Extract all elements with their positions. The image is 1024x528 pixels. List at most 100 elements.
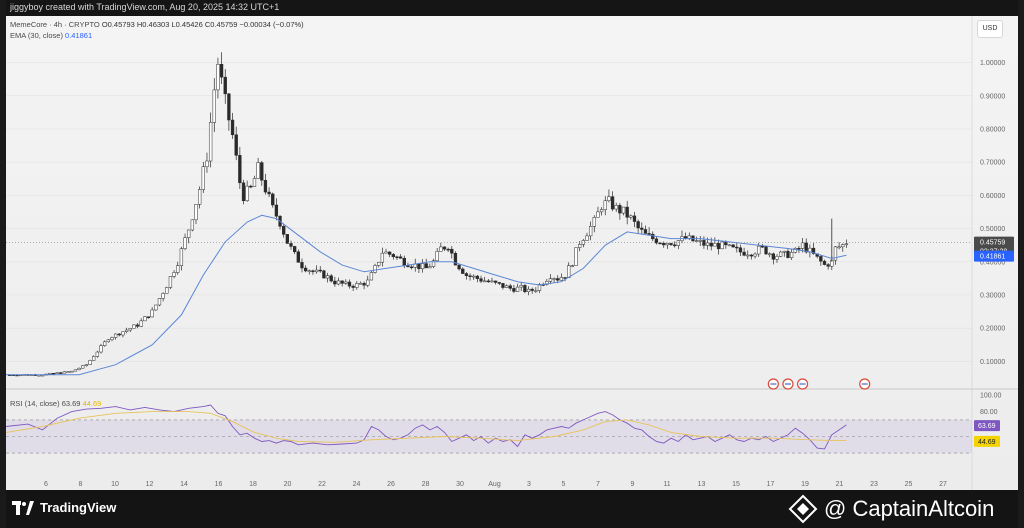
x-tick-label: 12 [146, 481, 154, 488]
rsi-tag-value: 63.69 [978, 423, 996, 430]
candle-body [103, 341, 107, 346]
x-tick-label: 17 [767, 481, 775, 488]
x-tick-label: 16 [215, 481, 223, 488]
candle-body [223, 76, 227, 95]
candle-body [574, 247, 578, 266]
candle-body [132, 324, 136, 329]
candle-body [150, 309, 154, 318]
candle-body [201, 166, 205, 190]
ohlc-values: O0.45793 H0.46303 L0.45426 C0.45759 −0.0… [101, 20, 304, 29]
chart-svg[interactable]: 1.00000 0.90000 0.80000 0.70000 0.60000 0.500… [6, 16, 1018, 490]
candle-body [355, 283, 359, 288]
candle-body [483, 280, 487, 283]
tradingview-logo[interactable]: TradingView [12, 500, 116, 515]
candle-body [344, 281, 348, 284]
candle-body [625, 206, 629, 218]
candle-body [176, 265, 180, 273]
candle-body [523, 285, 527, 292]
x-tick-label: 6 [44, 481, 48, 488]
candle-body [117, 333, 121, 336]
y-tick-label: 0.10000 [980, 359, 1005, 366]
ema-tag-value: 0.41861 [980, 254, 1005, 261]
ema-value: 0.41861 [65, 31, 93, 40]
candle-body [468, 275, 472, 277]
candle-body [435, 251, 439, 262]
candle-body [775, 256, 779, 260]
x-tick-label: 20 [284, 481, 292, 488]
candle-body [190, 219, 195, 231]
candle-body [461, 268, 465, 274]
candle-body [271, 193, 275, 206]
candle-body [157, 298, 162, 306]
captainaltcoin-wordmark: @ CaptainAltcoin [824, 496, 995, 521]
candle-body [73, 369, 78, 372]
candle-body [340, 280, 344, 284]
symbol-title[interactable]: MemeCore · 4h · CRYPTO [10, 20, 100, 29]
x-tick-label: 25 [905, 481, 913, 488]
candle-body [398, 256, 403, 259]
candle-body [632, 215, 637, 222]
candle-body [377, 261, 381, 266]
diamond-icon [788, 494, 818, 524]
footer-bar: TradingView @ CaptainAltcoin [6, 490, 1018, 528]
ema-legend: EMA (30, close) 0.41861 [10, 31, 92, 40]
currency-button[interactable]: USD [977, 20, 1003, 38]
candle-body [428, 266, 432, 269]
x-tick-label: 8 [79, 481, 83, 488]
candle-body [256, 162, 260, 179]
candle-body [388, 251, 392, 255]
captainaltcoin-logo[interactable]: @ CaptainAltcoin [788, 494, 994, 524]
chart-panel[interactable]: 1.00000 0.90000 0.80000 0.70000 0.60000 0.500… [6, 16, 1018, 490]
candle-body [789, 252, 794, 258]
candle-body [621, 206, 626, 214]
x-tick-label: 5 [562, 481, 566, 488]
candle-body [216, 64, 220, 91]
x-tick-label: 3 [527, 481, 531, 488]
x-tick-label: 15 [732, 481, 740, 488]
x-tick-label: 22 [318, 481, 326, 488]
candle-body [110, 337, 114, 341]
x-tick-label: 23 [870, 481, 878, 488]
ema-label[interactable]: EMA (30, close) [10, 31, 63, 40]
candle-body [636, 221, 640, 229]
candle-body [716, 243, 721, 250]
candle-body [154, 304, 158, 311]
candle-body [599, 209, 604, 213]
candle-body [742, 251, 746, 256]
candle-body [450, 248, 454, 254]
candle-body [746, 254, 750, 257]
y-tick-label: 0.70000 [980, 160, 1005, 167]
tradingview-wordmark: TradingView [40, 500, 117, 515]
candle-body [786, 250, 790, 258]
candle-body [493, 280, 498, 283]
candle-body [165, 287, 169, 294]
rsi-ma-value: 44.69 [82, 399, 102, 408]
candle-body [106, 339, 110, 343]
candle-body [567, 265, 571, 278]
candle-body [293, 246, 297, 253]
candle-body [336, 280, 341, 285]
candle-body [59, 372, 63, 374]
candle-body [161, 293, 165, 299]
candle-body [37, 374, 41, 377]
candle-body [168, 276, 173, 288]
candle-body [409, 266, 414, 269]
candle-body [70, 370, 74, 373]
author-line: jiggyboy created with TradingView.com, A… [10, 2, 280, 12]
candle-body [369, 272, 374, 281]
rsi-y-tick-label: 80.00 [980, 409, 998, 416]
candle-body [800, 242, 805, 249]
last-price-value: 0.45759 [980, 240, 1005, 247]
candle-body [446, 248, 450, 251]
candle-body [673, 244, 677, 247]
candle-body [84, 364, 89, 366]
candle-body [395, 256, 399, 259]
candle-body [245, 185, 249, 202]
rsi-label[interactable]: RSI (14, close) [10, 399, 60, 408]
candle-body [263, 179, 268, 193]
candle-body [669, 243, 673, 246]
x-tick-label: 27 [939, 481, 947, 488]
candle-body [146, 316, 151, 318]
candle-body [837, 246, 841, 249]
candle-body [121, 331, 125, 336]
